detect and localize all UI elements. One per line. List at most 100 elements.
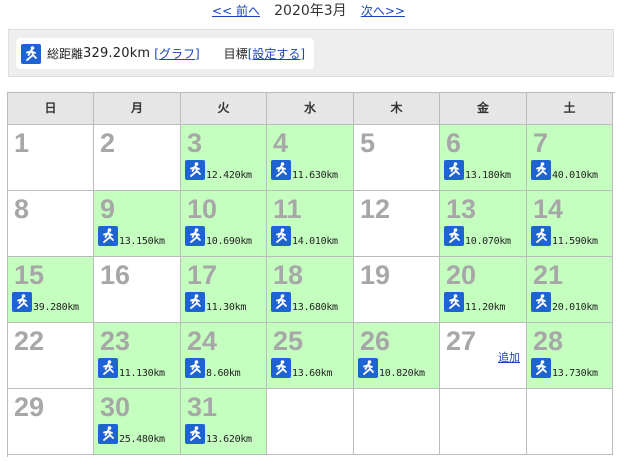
day-number: 3 [187,128,203,158]
calendar-day[interactable]: 25 13.60km [267,323,354,389]
calendar-day[interactable]: 5 [354,125,440,191]
calendar-day[interactable]: 22 [8,323,94,389]
day-number: 31 [187,392,218,422]
run-entry[interactable]: 11.20km [444,292,505,313]
calendar-day[interactable]: 29 [8,389,94,455]
runner-icon [531,226,551,246]
calendar-day[interactable]: 4 11.630km [267,125,354,191]
run-distance: 10.690km [206,236,252,247]
calendar-day[interactable]: 6 13.180km [440,125,527,191]
calendar-day[interactable]: 17 11.30km [181,257,267,323]
calendar-day[interactable]: 3 12.420km [181,125,267,191]
run-distance: 25.480km [119,434,165,445]
run-distance: 11.30km [206,302,247,313]
calendar-day[interactable]: 20 11.20km [440,257,527,323]
run-entry[interactable]: 13.180km [444,160,511,181]
add-entry-link[interactable]: 追加 [498,349,520,365]
run-entry[interactable]: 11.630km [271,160,338,181]
day-number: 6 [446,128,462,158]
summary-panel: 総距離 329.20km [グラフ] 目標 [設定する] [8,29,614,77]
run-distance: 13.150km [119,236,165,247]
run-entry[interactable]: 39.280km [12,292,79,313]
calendar-day[interactable]: 9 13.150km [94,191,181,257]
run-distance: 11.630km [292,170,338,181]
calendar-day[interactable]: 30 25.480km [94,389,181,455]
day-number: 15 [14,260,45,290]
runner-icon [444,226,464,246]
day-number: 22 [14,326,45,356]
calendar-day[interactable]: 13 10.070km [440,191,527,257]
calendar-day[interactable]: 2 [94,125,181,191]
run-entry[interactable]: 14.010km [271,226,338,247]
run-entry[interactable]: 11.30km [185,292,247,313]
run-entry[interactable]: 13.680km [271,292,338,313]
calendar-empty-cell [527,389,613,455]
run-distance: 11.130km [119,368,165,379]
calendar-day[interactable]: 23 11.130km [94,323,181,389]
run-entry[interactable]: 13.730km [531,358,598,379]
run-entry[interactable]: 10.820km [358,358,425,379]
calendar-day[interactable]: 27 追加 [440,323,527,389]
calendar-day[interactable]: 7 40.010km [527,125,613,191]
run-distance: 39.280km [33,302,79,313]
weekday-header: 日 [8,93,94,125]
runner-icon [531,358,551,378]
calendar-day[interactable]: 10 10.690km [181,191,267,257]
day-number: 1 [14,128,30,158]
set-goal-link[interactable]: [設定する] [248,45,305,62]
day-number: 23 [100,326,131,356]
calendar-day[interactable]: 24 8.60km [181,323,267,389]
next-month-link[interactable]: 次へ>> [361,4,405,18]
run-entry[interactable]: 11.590km [531,226,598,247]
runner-icon [271,160,291,180]
calendar-day[interactable]: 26 10.820km [354,323,440,389]
calendar-day[interactable]: 8 [8,191,94,257]
run-distance: 13.60km [292,368,333,379]
calendar-day[interactable]: 12 [354,191,440,257]
run-entry[interactable]: 10.070km [444,226,511,247]
calendar-day[interactable]: 1 [8,125,94,191]
day-number: 28 [533,326,564,356]
day-number: 12 [360,194,391,224]
weekday-header: 土 [527,93,613,125]
total-distance-value: 329.20km [83,46,151,61]
runner-icon [98,358,118,378]
calendar-day[interactable]: 14 11.590km [527,191,613,257]
run-entry[interactable]: 13.150km [98,226,165,247]
run-distance: 12.420km [206,170,252,181]
calendar-day[interactable]: 11 14.010km [267,191,354,257]
calendar-day[interactable]: 28 13.730km [527,323,613,389]
runner-icon [444,160,464,180]
run-entry[interactable]: 8.60km [185,358,241,379]
calendar-day[interactable]: 16 [94,257,181,323]
run-entry[interactable]: 40.010km [531,160,598,181]
runner-icon [271,292,291,312]
run-entry[interactable]: 10.690km [185,226,252,247]
day-number: 25 [273,326,304,356]
calendar-day[interactable]: 21 20.010km [527,257,613,323]
day-number: 5 [360,128,376,158]
calendar-day[interactable]: 18 13.680km [267,257,354,323]
runner-icon [271,358,291,378]
runner-icon [21,43,41,64]
runner-icon [185,226,205,246]
calendar-day[interactable]: 19 [354,257,440,323]
run-distance: 40.010km [552,170,598,181]
day-number: 27 [446,326,477,356]
prev-month-link[interactable]: << 前へ [212,4,260,18]
run-distance: 13.180km [465,170,511,181]
run-entry[interactable]: 13.60km [271,358,333,379]
run-entry[interactable]: 25.480km [98,424,165,445]
run-entry[interactable]: 20.010km [531,292,598,313]
graph-link[interactable]: [グラフ] [154,45,199,62]
day-number: 13 [446,194,477,224]
run-entry[interactable]: 11.130km [98,358,165,379]
calendar-day[interactable]: 31 13.620km [181,389,267,455]
calendar-day[interactable]: 15 39.280km [8,257,94,323]
day-number: 14 [533,194,564,224]
run-distance: 10.070km [465,236,511,247]
day-number: 30 [100,392,131,422]
run-entry[interactable]: 12.420km [185,160,252,181]
day-number: 17 [187,260,218,290]
run-entry[interactable]: 13.620km [185,424,252,445]
